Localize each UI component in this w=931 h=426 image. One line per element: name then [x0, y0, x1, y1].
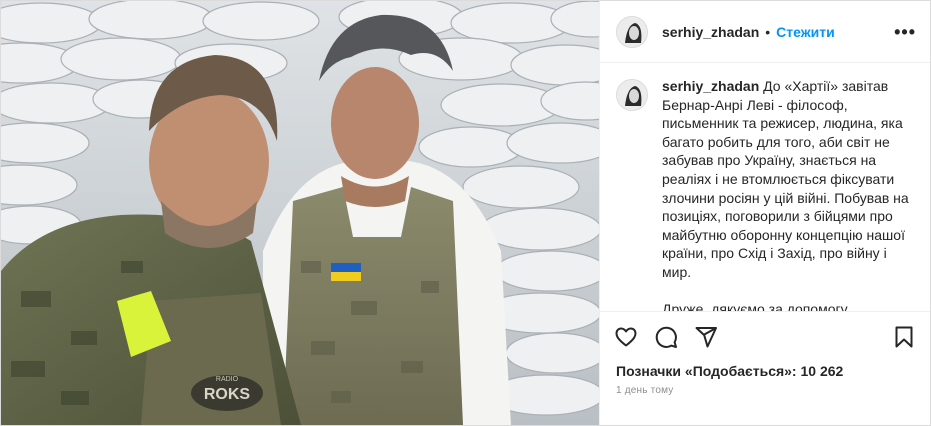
caption-avatar-image	[617, 80, 647, 110]
instagram-post: ROKS RADIO serhiy_zhadan • Стежити ••• s…	[0, 0, 931, 426]
vest-patch-text: ROKS	[204, 386, 251, 403]
follow-button[interactable]: Стежити	[776, 24, 835, 40]
avatar[interactable]	[616, 15, 648, 48]
header-username[interactable]: serhiy_zhadan	[662, 24, 759, 40]
likes-count[interactable]: Позначки «Подобається»: 10 262	[600, 361, 930, 381]
heart-icon[interactable]	[612, 323, 640, 351]
header-separator: •	[765, 23, 771, 40]
photo-illustration: ROKS RADIO	[1, 1, 599, 425]
post-photo[interactable]: ROKS RADIO	[1, 1, 599, 425]
share-icon[interactable]	[692, 323, 720, 351]
caption-text-2: Друже, дякуємо за допомогу,	[662, 300, 851, 311]
post-header: serhiy_zhadan • Стежити •••	[600, 1, 930, 63]
avatar-image	[617, 16, 647, 47]
caption-text-block: serhiy_zhadan До «Хартії» завітав Бернар…	[662, 77, 914, 311]
bookmark-icon[interactable]	[890, 323, 918, 351]
post-timestamp[interactable]: 1 день тому	[600, 381, 930, 396]
caption-area: serhiy_zhadan До «Хартії» завітав Бернар…	[600, 63, 930, 311]
more-options-icon[interactable]: •••	[894, 23, 916, 41]
caption-avatar[interactable]	[616, 79, 648, 111]
comment-icon[interactable]	[652, 323, 680, 351]
caption-text: До «Хартії» завітав Бернар-Анрі Леві - ф…	[662, 78, 909, 280]
action-bar	[600, 311, 930, 361]
caption-username[interactable]: serhiy_zhadan	[662, 78, 759, 94]
post-side-panel: serhiy_zhadan • Стежити ••• serhiy_zhada…	[599, 1, 930, 425]
vest-patch-small-text: RADIO	[216, 376, 239, 383]
